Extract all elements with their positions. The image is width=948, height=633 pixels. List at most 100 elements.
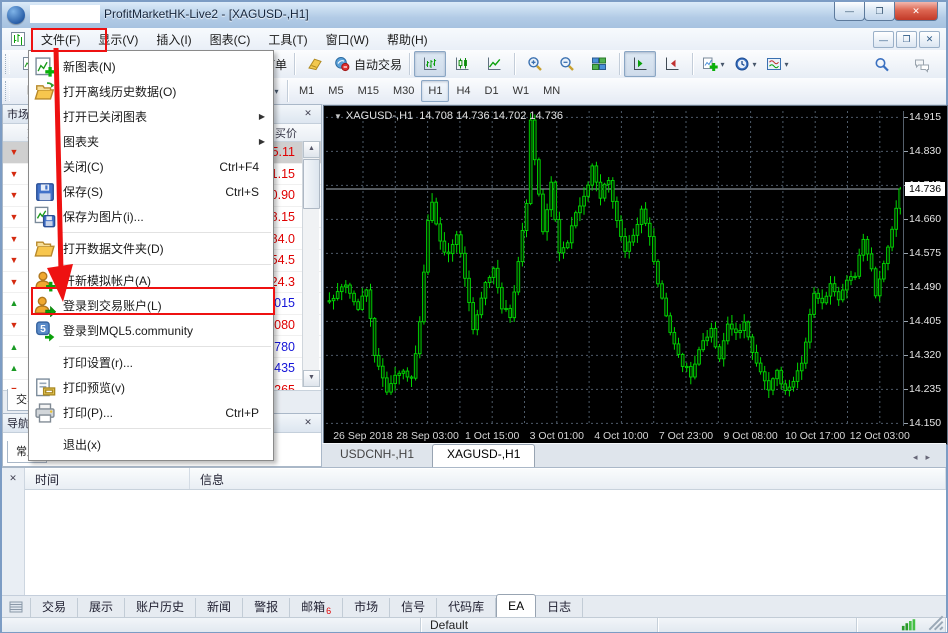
minimize-button[interactable]: — [834,2,865,21]
news-icon [307,56,323,72]
candlestick-button[interactable] [446,51,478,77]
file-menu-item[interactable]: 5登录到MQL5.community [29,318,273,343]
templates-button[interactable]: ▾ [761,51,793,77]
menubar-item-5[interactable]: 工具(T) [259,29,316,50]
timeframe-w1[interactable]: W1 [506,80,537,102]
toolbar-separator [692,53,693,75]
chart-collapse-icon[interactable]: ▼ [334,112,342,121]
price-down-icon: ▼ [3,147,25,157]
terminal-tab-展示[interactable]: 展示 [78,598,125,617]
indicators-button[interactable]: ▾ [697,51,729,77]
menubar-item-4[interactable]: 图表(C) [201,29,260,50]
child-minimize-button[interactable]: — [873,31,894,48]
chevron-down-icon[interactable]: ▾ [721,60,725,69]
chart-shift-button[interactable] [624,51,656,77]
line-chart-button[interactable] [478,51,510,77]
chart-tab-scroll-arrows[interactable]: ◂▸ [913,452,938,463]
scroll-up-icon[interactable]: ▲ [303,141,320,158]
chart-tab-usdcnh-h1[interactable]: USDCNH-,H1 [326,445,428,467]
market-watch-scrollbar[interactable]: ▲ ▼ [302,141,319,387]
navigator-close-icon[interactable]: ✕ [301,416,315,429]
timeframe-m15[interactable]: M15 [351,80,386,102]
timeframe-d1[interactable]: D1 [478,80,506,102]
time-tick-label: 12 Oct 03:00 [840,430,920,442]
file-menu-item[interactable]: 打印预览(v) [29,375,273,400]
resize-grip[interactable] [928,615,944,631]
close-button[interactable]: ✕ [894,2,938,21]
price-tick-label: 14.830 [909,145,941,157]
terminal-tab-账户历史[interactable]: 账户历史 [125,598,196,617]
chevron-down-icon[interactable]: ▾ [753,60,757,69]
connection-bars-icon [901,617,917,633]
line-chart-icon [486,56,502,72]
timeframe-m30[interactable]: M30 [386,80,421,102]
chevron-down-icon[interactable]: ▾ [785,60,789,69]
terminal-tab-市场[interactable]: 市场 [343,598,390,617]
search-button[interactable] [866,52,898,78]
terminal-tab-新闻[interactable]: 新闻 [196,598,243,617]
price-tick [904,253,908,254]
periods-button[interactable]: ▾ [729,51,761,77]
terminal-tab-日志[interactable]: 日志 [536,598,583,617]
market-watch-close-icon[interactable]: ✕ [301,107,315,120]
tile-windows-button[interactable] [583,51,615,77]
navigator-title: 导航 [7,415,29,431]
tile-windows-icon [591,56,607,72]
price-tick [904,287,908,288]
application-window: ProfitMarketHK-Live2 - [XAGUSD-,H1] — ❐ … [0,0,948,633]
terminal-tab-邮箱[interactable]: 邮箱6 [290,598,343,617]
chat-button[interactable] [906,52,938,78]
price-tick [904,355,908,356]
file-menu-item-label: 退出(x) [63,436,101,453]
terminal-tab-交易[interactable]: 交易 [30,598,78,617]
child-close-button[interactable]: ✕ [919,31,940,48]
file-menu-item[interactable]: 打印(P)...Ctrl+P [29,400,273,425]
chart-tab-xagusd-h1[interactable]: XAGUSD-,H1 [432,444,535,467]
zoom-in-icon [527,56,543,72]
price-tick-label: 14.660 [909,213,941,225]
price-down-icon: ▼ [3,169,25,179]
price-tick [904,389,908,390]
status-bar: Default [2,617,946,632]
maximize-button[interactable]: ❐ [864,2,895,21]
print-preview-icon [34,377,56,399]
mail-count-badge: 6 [326,606,331,616]
terminal-close-icon[interactable]: ✕ [6,472,20,485]
child-restore-button[interactable]: ❐ [896,31,917,48]
menubar-item-7[interactable]: 帮助(H) [378,29,437,50]
price-tick-label: 14.915 [909,111,941,123]
price-up-icon: ▲ [3,363,25,373]
news-button[interactable] [299,51,331,77]
timeframe-h4[interactable]: H4 [449,80,477,102]
scrollbar-thumb[interactable] [303,159,320,209]
autotrade-button[interactable]: 自动交易 [331,51,405,77]
file-menu-item[interactable]: 打印设置(r)... [29,350,273,375]
column-message[interactable]: 信息 [190,468,946,489]
auto-scroll-button[interactable] [656,51,688,77]
menubar-item-6[interactable]: 窗口(W) [317,29,378,50]
terminal-tab-代码库[interactable]: 代码库 [437,598,496,617]
timeframe-mn[interactable]: MN [536,80,567,102]
toolbar-grip-handle[interactable] [5,81,10,101]
zoom-out-button[interactable] [551,51,583,77]
zoom-in-button[interactable] [519,51,551,77]
candlestick-chart[interactable] [326,111,901,426]
scroll-down-icon[interactable]: ▼ [303,370,320,387]
menubar-item-3[interactable]: 插入(I) [147,29,200,50]
chevron-down-icon[interactable]: ▾ [274,87,278,96]
bar-chart-button[interactable] [414,51,446,77]
price-tick-label: 14.235 [909,383,941,395]
price-tick [904,117,908,118]
terminal-tab-信号[interactable]: 信号 [390,598,437,617]
toolbar-grip-handle[interactable] [5,54,10,74]
periods-icon [734,56,750,72]
terminal-tab-警报[interactable]: 警报 [243,598,290,617]
column-time[interactable]: 时间 [25,468,190,489]
menu-separator [59,264,271,265]
terminal-tab-ea[interactable]: EA [496,594,536,618]
chart-document-icon [10,31,26,47]
file-menu-item[interactable]: 退出(x) [29,432,273,457]
timeframe-m5[interactable]: M5 [321,80,350,102]
timeframe-h1[interactable]: H1 [421,80,449,102]
timeframe-m1[interactable]: M1 [292,80,321,102]
